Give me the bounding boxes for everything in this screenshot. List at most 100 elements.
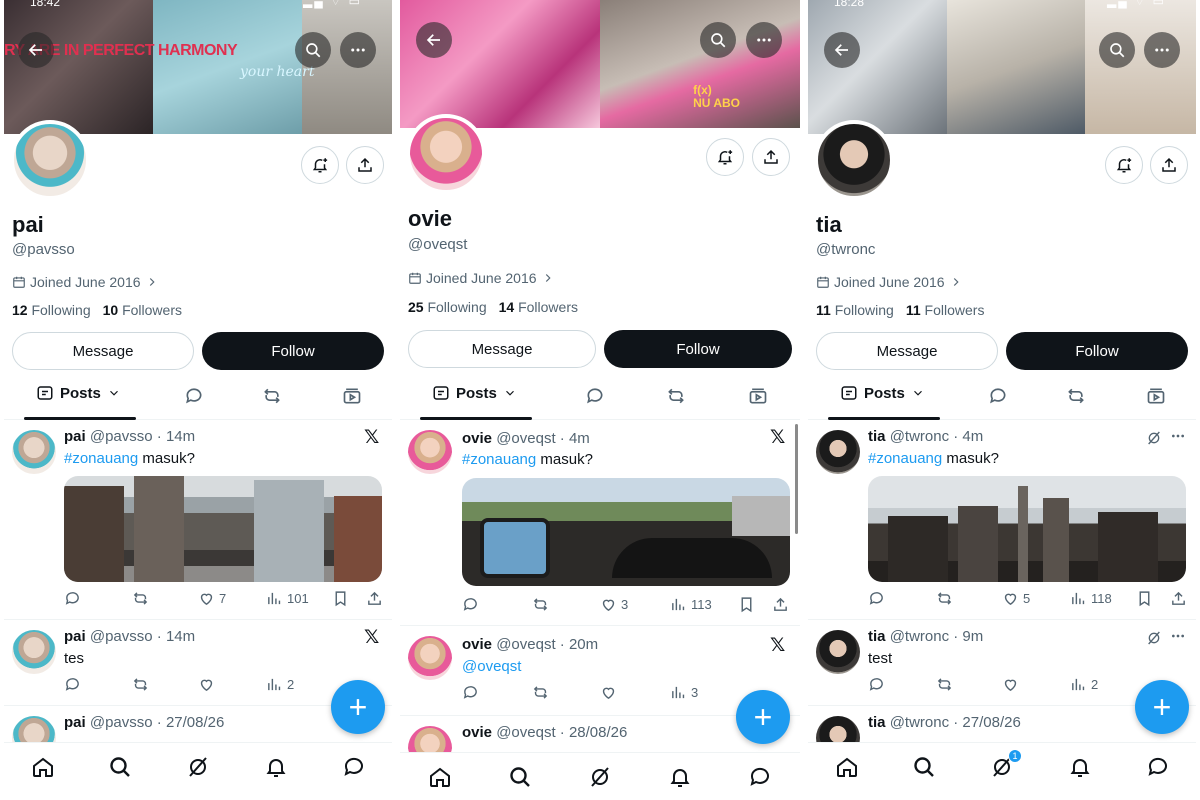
post-author[interactable]: pai xyxy=(64,714,86,731)
more-button[interactable] xyxy=(746,22,782,58)
reply-button[interactable] xyxy=(462,684,479,701)
repost-button[interactable] xyxy=(132,590,149,607)
share-profile-button[interactable] xyxy=(752,138,790,176)
compose-button[interactable]: + xyxy=(331,680,385,734)
nav-messages[interactable] xyxy=(1146,755,1170,779)
profile-avatar[interactable] xyxy=(10,120,90,200)
post-avatar[interactable] xyxy=(816,430,860,474)
tab-replies[interactable] xyxy=(585,386,605,406)
grok-post-button[interactable] xyxy=(1146,630,1162,646)
mention-link[interactable]: @oveqst xyxy=(462,658,521,675)
repost-button[interactable] xyxy=(532,684,549,701)
nav-search[interactable] xyxy=(912,755,936,779)
following-link[interactable]: 11 Following xyxy=(816,302,894,318)
message-button[interactable]: Message xyxy=(816,332,998,370)
notify-button[interactable] xyxy=(301,146,339,184)
post-avatar[interactable] xyxy=(408,430,452,474)
nav-grok[interactable]: 1 xyxy=(990,749,1022,779)
views-button[interactable]: 2 xyxy=(266,676,294,693)
post-item[interactable]: pai @pavsso · 14m 𝕏 #zonauang masuk? 7 1… xyxy=(4,420,392,620)
tab-reposts[interactable] xyxy=(262,386,282,406)
reply-button[interactable] xyxy=(462,596,479,613)
hashtag-link[interactable]: #zonauang xyxy=(64,450,138,467)
grok-post-button[interactable] xyxy=(1146,430,1162,446)
nav-search[interactable] xyxy=(108,755,132,779)
follow-button[interactable]: Follow xyxy=(604,330,792,368)
nav-notifications[interactable] xyxy=(668,765,692,789)
like-button[interactable] xyxy=(1002,676,1019,693)
nav-notifications[interactable] xyxy=(264,755,288,779)
following-link[interactable]: 25 Following xyxy=(408,299,487,315)
post-avatar[interactable] xyxy=(408,636,452,680)
like-button[interactable]: 3 xyxy=(600,596,628,613)
reply-button[interactable] xyxy=(868,676,885,693)
back-button[interactable] xyxy=(18,32,54,68)
compose-button[interactable]: + xyxy=(736,690,790,744)
post-image[interactable] xyxy=(462,478,790,586)
post-author[interactable]: tia xyxy=(868,714,886,731)
post-author[interactable]: ovie xyxy=(462,724,492,741)
nav-notifications[interactable] xyxy=(1068,755,1092,779)
post-author[interactable]: tia xyxy=(868,628,886,645)
bookmark-button[interactable] xyxy=(1136,590,1153,607)
share-profile-button[interactable] xyxy=(1150,146,1188,184)
joined-date[interactable]: Joined June 2016 xyxy=(12,274,159,290)
views-button[interactable]: 113 xyxy=(670,596,712,613)
post-author[interactable]: tia xyxy=(868,428,886,445)
reply-button[interactable] xyxy=(64,590,81,607)
nav-home[interactable] xyxy=(31,755,55,779)
share-profile-button[interactable] xyxy=(346,146,384,184)
post-author[interactable]: ovie xyxy=(462,636,492,653)
nav-messages[interactable] xyxy=(342,755,366,779)
message-button[interactable]: Message xyxy=(408,330,596,368)
search-button[interactable] xyxy=(1099,32,1135,68)
bookmark-button[interactable] xyxy=(332,590,349,607)
notify-button[interactable] xyxy=(706,138,744,176)
views-button[interactable]: 118 xyxy=(1070,590,1112,607)
views-button[interactable]: 2 xyxy=(1070,676,1098,693)
post-avatar[interactable] xyxy=(816,630,860,674)
reply-button[interactable] xyxy=(64,676,81,693)
like-button[interactable]: 7 xyxy=(198,590,226,607)
bookmark-button[interactable] xyxy=(738,596,755,613)
repost-button[interactable] xyxy=(132,676,149,693)
follow-button[interactable]: Follow xyxy=(1006,332,1188,370)
tab-replies[interactable] xyxy=(184,386,204,406)
like-button[interactable] xyxy=(198,676,215,693)
joined-date[interactable]: Joined June 2016 xyxy=(408,270,555,286)
nav-messages[interactable] xyxy=(748,765,772,789)
more-button[interactable] xyxy=(1144,32,1180,68)
follow-button[interactable]: Follow xyxy=(202,332,384,370)
nav-home[interactable] xyxy=(428,765,452,789)
share-button[interactable] xyxy=(772,596,789,613)
post-image[interactable] xyxy=(64,476,382,582)
back-button[interactable] xyxy=(824,32,860,68)
repost-button[interactable] xyxy=(532,596,549,613)
more-button[interactable] xyxy=(340,32,376,68)
post-author[interactable]: pai xyxy=(64,628,86,645)
post-author[interactable]: pai xyxy=(64,428,86,445)
message-button[interactable]: Message xyxy=(12,332,194,370)
reply-button[interactable] xyxy=(868,590,885,607)
tab-reposts[interactable] xyxy=(1066,386,1086,406)
post-avatar[interactable] xyxy=(12,630,56,674)
like-button[interactable] xyxy=(600,684,617,701)
profile-avatar[interactable] xyxy=(814,120,894,200)
share-button[interactable] xyxy=(1170,590,1187,607)
followers-link[interactable]: 14 Followers xyxy=(499,299,578,315)
hashtag-link[interactable]: #zonauang xyxy=(868,450,942,467)
tab-posts[interactable]: Posts xyxy=(432,384,517,402)
post-item[interactable]: tia @twronc · 4m #zonauang masuk? 5 118 xyxy=(808,420,1196,620)
post-avatar[interactable] xyxy=(12,430,56,474)
followers-link[interactable]: 11 Followers xyxy=(906,302,985,318)
notify-button[interactable] xyxy=(1105,146,1143,184)
tab-posts[interactable]: Posts xyxy=(840,384,925,402)
tab-reposts[interactable] xyxy=(666,386,686,406)
joined-date[interactable]: Joined June 2016 xyxy=(816,274,963,290)
search-button[interactable] xyxy=(700,22,736,58)
post-author[interactable]: ovie xyxy=(462,430,492,447)
like-button[interactable]: 5 xyxy=(1002,590,1030,607)
back-button[interactable] xyxy=(416,22,452,58)
tab-replies[interactable] xyxy=(988,386,1008,406)
views-button[interactable]: 3 xyxy=(670,684,698,701)
